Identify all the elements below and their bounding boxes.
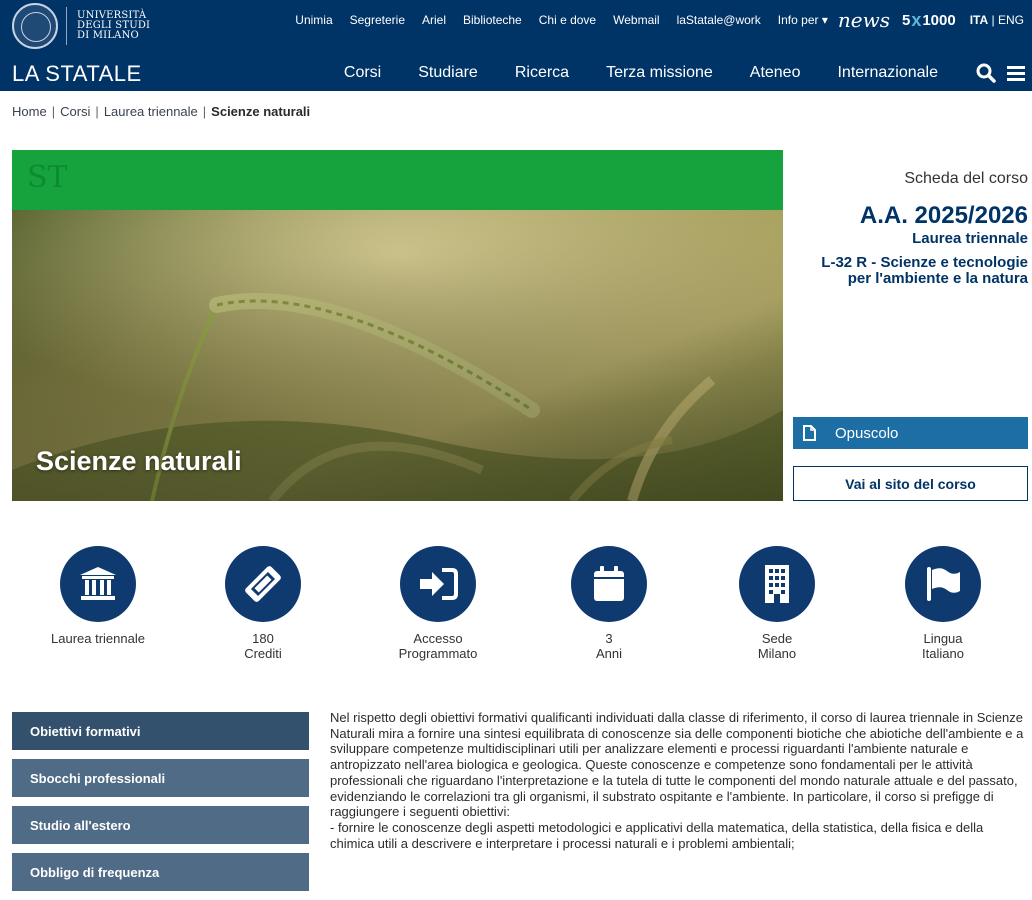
info-per-dropdown[interactable]: Info per ▾: [778, 13, 828, 27]
description-paragraph: Nel rispetto degli obiettivi formativi q…: [330, 710, 1024, 820]
site-header: UNIVERSITÀ DEGLI STUDI DI MILANO LA STAT…: [0, 0, 1032, 91]
link-unimia[interactable]: Unimia: [295, 13, 332, 27]
document-icon: [802, 425, 816, 441]
tab-obbligo-frequenza[interactable]: Obbligo di frequenza: [12, 853, 309, 891]
course-tabs: Obiettivi formativi Sbocchi professional…: [12, 712, 309, 900]
hamburger-menu-icon[interactable]: [1006, 63, 1026, 83]
scheda-label: Scheda del corso: [904, 170, 1028, 187]
ticket-icon: [225, 546, 301, 622]
link-webmail[interactable]: Webmail: [613, 13, 659, 27]
lang-ita[interactable]: ITA: [970, 13, 988, 27]
course-class: L-32 R - Scienze e tecnologie per l'ambi…: [821, 254, 1028, 287]
fact-access: Accesso Programmato: [353, 546, 523, 662]
breadcrumb: Home | Corsi | Laurea triennale | Scienze natu…: [12, 104, 311, 119]
breadcrumb-laurea-triennale[interactable]: Laurea triennale: [104, 104, 198, 119]
language-switcher: ITA | ENG: [969, 13, 1024, 27]
news-link[interactable]: news: [838, 8, 890, 32]
fact-language: Lingua Italiano: [858, 546, 1028, 662]
nav-studiare[interactable]: Studiare: [418, 64, 478, 82]
opuscolo-button[interactable]: Opuscolo: [793, 417, 1028, 449]
course-title: Scienze naturali: [36, 446, 242, 476]
brand-la-statale[interactable]: LA STATALE: [12, 61, 142, 87]
description-bullet: - fornire le conoscenze degli aspetti me…: [330, 819, 984, 851]
course-summary: Scheda del corso A.A. 2025/2026 Laurea t…: [788, 170, 1028, 287]
fact-degree: Laurea triennale: [13, 546, 183, 646]
course-site-button[interactable]: Vai al sito del corso: [793, 466, 1028, 501]
tab-studio-estero[interactable]: Studio all'estero: [12, 806, 309, 844]
calendar-icon: [571, 546, 647, 622]
breadcrumb-home[interactable]: Home: [12, 104, 47, 119]
course-level: Laurea triennale: [912, 230, 1028, 247]
link-biblioteche[interactable]: Biblioteche: [463, 13, 522, 27]
course-abbreviation: ST: [27, 160, 68, 195]
university-logo[interactable]: UNIVERSITÀ DEGLI STUDI DI MILANO: [12, 3, 150, 49]
university-building-icon: [60, 546, 136, 622]
link-chi-e-dove[interactable]: Chi e dove: [539, 13, 596, 27]
nav-ricerca[interactable]: Ricerca: [515, 64, 569, 82]
link-segreterie[interactable]: Segreterie: [350, 13, 405, 27]
breadcrumb-current: Scienze naturali: [211, 104, 311, 119]
course-facts: Laurea triennale 180 Crediti Accesso Pro…: [0, 546, 1032, 676]
university-name: UNIVERSITÀ DEGLI STUDI DI MILANO: [77, 10, 151, 41]
lang-eng[interactable]: ENG: [998, 13, 1024, 27]
link-lastatale-work[interactable]: laStatale@work: [677, 13, 761, 27]
nav-internazionale[interactable]: Internazionale: [837, 64, 938, 82]
search-icon[interactable]: [976, 63, 996, 83]
tab-sbocchi-professionali[interactable]: Sbocchi professionali: [12, 759, 309, 797]
fact-years: 3 Anni: [524, 546, 694, 662]
building-icon: [739, 546, 815, 622]
hero-color-band: ST: [12, 150, 783, 210]
hero-banner: ST Scienze naturali: [12, 150, 783, 501]
nav-terza-missione[interactable]: Terza missione: [606, 64, 713, 82]
fact-credits: 180 Crediti: [178, 546, 348, 662]
main-nav: Corsi Studiare Ricerca Terza missione At…: [307, 58, 1032, 88]
breadcrumb-corsi[interactable]: Corsi: [60, 104, 90, 119]
academic-year: A.A. 2025/2026: [859, 202, 1028, 229]
fact-location: Sede Milano: [692, 546, 862, 662]
enter-arrow-icon: [400, 546, 476, 622]
nav-ateneo[interactable]: Ateneo: [750, 64, 801, 82]
caret-down-icon: ▾: [821, 13, 828, 27]
nav-corsi[interactable]: Corsi: [344, 64, 381, 82]
cinque-per-mille-link[interactable]: 5 x 1000: [902, 10, 956, 31]
flag-icon: [905, 546, 981, 622]
course-description: Nel rispetto degli obiettivi formativi q…: [330, 710, 1026, 851]
tab-obiettivi-formativi[interactable]: Obiettivi formativi: [12, 712, 309, 750]
link-ariel[interactable]: Ariel: [422, 13, 446, 27]
top-links: Unimia Segreterie Ariel Biblioteche Chi …: [278, 0, 1032, 40]
university-seal-icon: [12, 3, 58, 49]
